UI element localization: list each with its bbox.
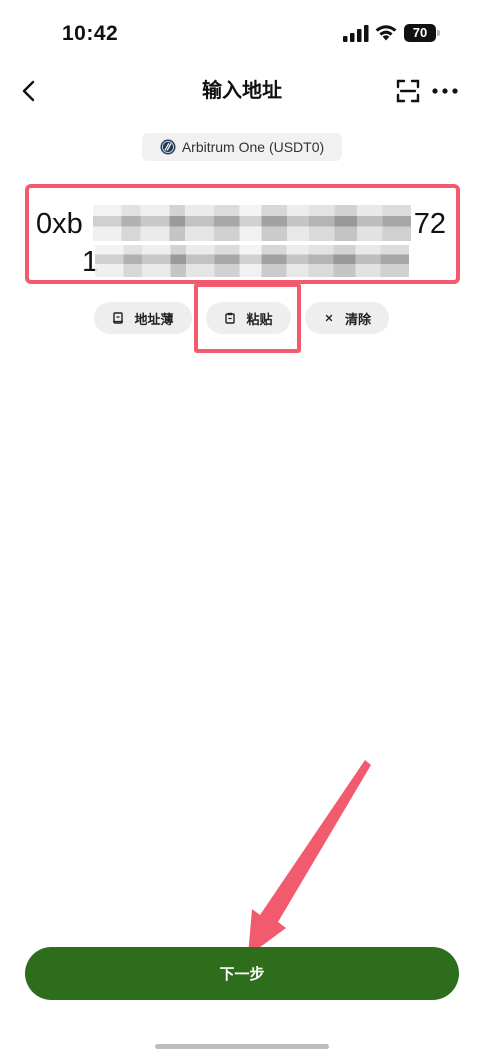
battery-cap: [437, 30, 440, 36]
battery-icon: 70: [404, 24, 440, 42]
wifi-icon: [375, 25, 397, 41]
network-label: Arbitrum One (USDT0): [181, 139, 325, 155]
signal-icon: [343, 25, 369, 42]
arbitrum-logo-icon: [160, 139, 176, 155]
paste-button[interactable]: 粘贴: [206, 302, 291, 334]
close-icon: [325, 314, 333, 322]
address-line1-start: 0xb: [36, 208, 83, 240]
status-bar: 10:42 70: [0, 0, 484, 64]
network-selector[interactable]: Arbitrum One (USDT0): [142, 133, 342, 161]
battery-level: 70: [404, 24, 436, 42]
status-time: 10:42: [62, 22, 119, 45]
clear-button[interactable]: 清除: [305, 302, 389, 334]
address-book-label: 地址薄: [134, 311, 174, 327]
address-book-button[interactable]: 地址薄: [94, 302, 192, 334]
paste-label: 粘贴: [246, 311, 273, 327]
home-indicator: [155, 1044, 329, 1049]
address-line1-end: 72: [413, 208, 446, 240]
address-input[interactable]: 0xb 72 1: [25, 184, 460, 284]
scan-icon[interactable]: [396, 79, 420, 103]
more-icon[interactable]: [432, 84, 458, 98]
address-redacted-block: [95, 245, 409, 277]
address-redacted-block: [93, 205, 411, 241]
next-step-button[interactable]: 下一步: [25, 947, 459, 1000]
clipboard-icon: [225, 312, 236, 324]
address-book-icon: [113, 312, 124, 324]
clear-label: 清除: [344, 311, 371, 327]
